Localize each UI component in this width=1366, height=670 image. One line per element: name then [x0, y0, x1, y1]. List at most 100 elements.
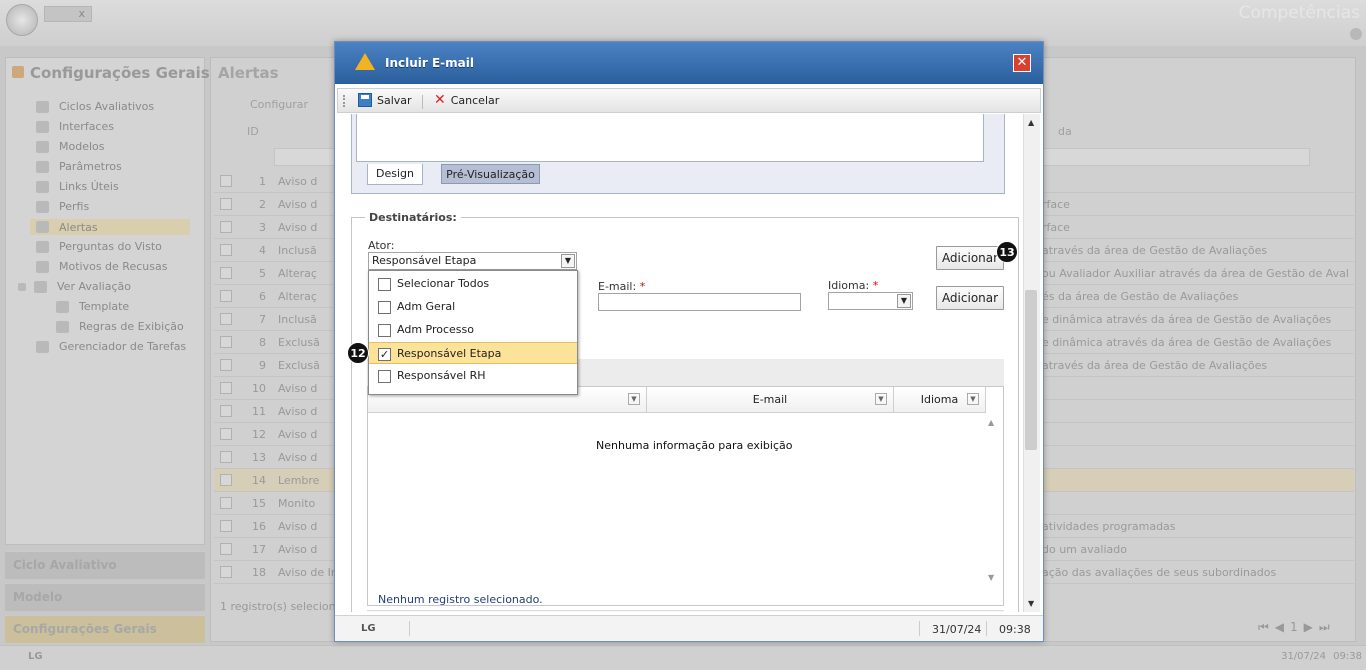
tree-collapse-icon[interactable] [18, 282, 26, 291]
scroll-up-icon[interactable]: ▲ [1028, 118, 1034, 127]
row-id: 2 [259, 198, 266, 211]
add-actor-button[interactable]: Adicionar [936, 246, 1004, 270]
id-column-header[interactable]: ID [247, 125, 259, 138]
cancel-button[interactable]: ✕ Cancelar [434, 93, 499, 107]
app-logo[interactable] [6, 4, 38, 36]
accordion-modelo[interactable]: Modelo [5, 583, 205, 611]
tab-close-icon[interactable]: x [78, 7, 85, 20]
tab-preview[interactable]: Pré-Visualização [441, 164, 540, 184]
actor-select[interactable]: Responsável Etapa ▼ [368, 252, 577, 270]
nav-item-interfaces[interactable]: Interfaces [36, 120, 114, 133]
nav-item-motivos[interactable]: Motivos de Recusas [36, 260, 167, 273]
refusal-icon [36, 260, 49, 273]
scroll-up-icon[interactable]: ▲ [988, 418, 994, 427]
grid-header-language[interactable]: Idioma ▼ [894, 387, 986, 413]
checkmark-icon[interactable]: ✓ [378, 348, 391, 361]
left-panel-title: Configurações Gerais [12, 64, 210, 82]
app-tab[interactable]: x [44, 6, 92, 22]
right-column-header[interactable]: da [1058, 125, 1072, 138]
email-label: E-mail: * [598, 280, 646, 293]
chevron-down-icon[interactable]: ▼ [967, 393, 979, 405]
actor-option-select-all[interactable]: Selecionar Todos [369, 273, 577, 295]
row-description: através da área de Gestão de Avaliações [1042, 244, 1268, 257]
email-field[interactable] [598, 293, 801, 311]
row-checkbox[interactable] [220, 336, 232, 348]
row-id: 15 [252, 497, 266, 510]
step-badge-13: 13 [996, 241, 1018, 263]
tab-design[interactable]: Design [367, 164, 423, 185]
configure-button[interactable]: Configurar [250, 98, 308, 111]
add-email-button[interactable]: Adicionar [936, 286, 1004, 310]
nav-item-perfis[interactable]: Perfis [36, 200, 89, 213]
row-id: 10 [252, 382, 266, 395]
save-button[interactable]: Salvar [358, 93, 412, 107]
row-checkbox[interactable] [220, 428, 232, 440]
dialog-scrollbar[interactable]: ▲ ▼ [1023, 114, 1040, 612]
chevron-down-icon[interactable]: ▼ [628, 393, 640, 405]
nav-item-gerenciador[interactable]: Gerenciador de Tarefas [36, 340, 186, 353]
row-checkbox[interactable] [220, 497, 232, 509]
close-button[interactable]: ✕ [1013, 54, 1031, 72]
actor-option-responsavel-etapa[interactable]: ✓ Responsável Etapa [369, 342, 577, 364]
row-checkbox[interactable] [220, 520, 232, 532]
row-checkbox[interactable] [220, 175, 232, 187]
scroll-thumb[interactable] [1025, 290, 1037, 450]
step-badge-12: 12 [347, 342, 369, 364]
row-checkbox[interactable] [220, 221, 232, 233]
checkbox[interactable] [378, 324, 391, 337]
chevron-down-icon[interactable]: ▼ [875, 393, 887, 405]
nav-item-parametros[interactable]: Parâmetros [36, 160, 122, 173]
accordion-config[interactable]: Configurações Gerais [5, 615, 205, 643]
row-checkbox[interactable] [220, 474, 232, 486]
accordion-ciclo[interactable]: Ciclo Avaliativo [5, 551, 205, 579]
toolbar-grip-icon [343, 95, 345, 107]
scroll-down-icon[interactable]: ▼ [1028, 599, 1034, 608]
row-checkbox[interactable] [220, 382, 232, 394]
grid-header-email[interactable]: E-mail ▼ [647, 387, 894, 413]
nav-item-regras[interactable]: Regras de Exibição [56, 320, 184, 333]
actor-option-adm-geral[interactable]: Adm Geral [369, 296, 577, 318]
nav-item-ciclos[interactable]: Ciclos Avaliativos [36, 100, 154, 113]
row-checkbox[interactable] [220, 359, 232, 371]
grid-pager[interactable]: ⏮◀▶⏭ [367, 610, 1004, 612]
nav-item-ver-avaliacao[interactable]: Ver Avaliação [18, 280, 131, 293]
grid-empty-message: Nenhuma informação para exibição [596, 439, 793, 452]
row-checkbox[interactable] [220, 290, 232, 302]
actor-option-responsavel-rh[interactable]: Responsável RH [369, 365, 577, 387]
model-icon [36, 140, 49, 153]
nav-item-links[interactable]: Links Úteis [36, 180, 119, 193]
row-checkbox[interactable] [220, 198, 232, 210]
warning-icon [36, 221, 49, 233]
pager[interactable]: ⏮◀1▶⏭ [1258, 620, 1336, 635]
editor-area[interactable] [356, 114, 984, 162]
language-select[interactable]: ▼ [828, 292, 913, 310]
dialog-toolbar: Salvar ✕ Cancelar [337, 88, 1041, 113]
footer-separator [409, 621, 410, 636]
row-name: Inclusã [278, 244, 317, 257]
row-checkbox[interactable] [220, 405, 232, 417]
footer-logo: LG [28, 651, 43, 662]
row-checkbox[interactable] [220, 543, 232, 555]
row-checkbox[interactable] [220, 451, 232, 463]
help-icon[interactable] [1350, 28, 1362, 40]
footer-separator [919, 621, 920, 636]
nav-item-alertas[interactable]: Alertas [30, 219, 190, 235]
checkbox[interactable] [378, 370, 391, 383]
row-description: e dinâmica através da área de Gestão de … [1042, 313, 1332, 326]
actor-option-adm-processo[interactable]: Adm Processo [369, 319, 577, 341]
chevron-down-icon[interactable]: ▼ [897, 294, 911, 308]
row-checkbox[interactable] [220, 267, 232, 279]
nav-item-template[interactable]: Template [56, 300, 129, 313]
row-description: és da área de Gestão de Avaliações [1042, 290, 1239, 303]
nav-item-perguntas[interactable]: Perguntas do Visto [36, 240, 162, 253]
checkbox[interactable] [378, 301, 391, 314]
row-name: Aviso d [278, 520, 318, 533]
warning-icon [355, 53, 375, 70]
checkbox[interactable] [378, 278, 391, 291]
row-checkbox[interactable] [220, 244, 232, 256]
chevron-down-icon[interactable]: ▼ [561, 254, 575, 268]
row-checkbox[interactable] [220, 566, 232, 578]
scroll-down-icon[interactable]: ▼ [988, 573, 994, 582]
nav-item-modelos[interactable]: Modelos [36, 140, 105, 153]
row-checkbox[interactable] [220, 313, 232, 325]
